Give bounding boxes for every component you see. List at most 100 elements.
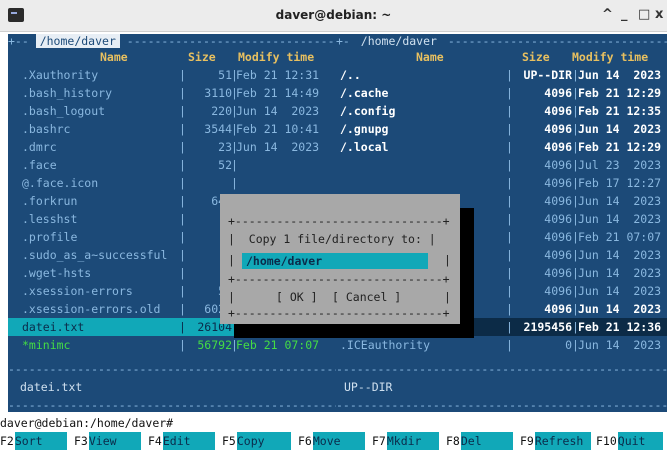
fkey-quit[interactable]: F10Quit xyxy=(596,432,663,450)
file-time: Jun 14 2023 xyxy=(578,68,662,82)
left-status: datei.txt xyxy=(20,380,83,394)
file-size: 2195456 xyxy=(523,320,572,334)
file-row[interactable]: *minimc 56792 Feb 21 07:07 | | xyxy=(8,336,336,354)
window-titlebar: daver@debian: ~ ^ _ □ x xyxy=(0,0,667,32)
fkey-view[interactable]: F3View xyxy=(74,432,141,450)
file-size: 4096 xyxy=(544,140,572,154)
file-size: 51 xyxy=(218,68,232,82)
column-separator: | xyxy=(179,176,186,190)
column-separator: | xyxy=(572,122,579,136)
column-separator: | xyxy=(506,302,513,316)
column-separator: | xyxy=(572,230,579,244)
file-row[interactable]: /.. UP--DIR Jun 14 2023 | | xyxy=(336,66,667,84)
file-time: Feb 21 14:49 xyxy=(236,86,320,100)
cancel-button[interactable]: [ Cancel ] xyxy=(332,290,401,304)
file-row[interactable]: .bash_history 3110 Feb 21 14:49 | | xyxy=(8,84,336,102)
right-col-size[interactable]: Size xyxy=(522,48,550,66)
file-size: 52 xyxy=(218,158,232,172)
file-row[interactable]: .bash_logout 220 Jun 14 2023 | | xyxy=(8,102,336,120)
left-col-name[interactable]: Name xyxy=(100,48,128,66)
fkey-edit[interactable]: F4Edit xyxy=(148,432,215,450)
column-separator: | xyxy=(506,230,513,244)
file-row[interactable]: .bashrc 3544 Feb 21 10:41 | | xyxy=(8,120,336,138)
file-row[interactable]: @.face.icon | | xyxy=(8,174,336,192)
file-row[interactable]: .face 52 | | xyxy=(8,156,336,174)
dialog-border-right2: | xyxy=(444,290,451,304)
file-row[interactable]: .dmrc 23 Jun 14 2023 | | xyxy=(8,138,336,156)
fkey-refresh[interactable]: F9Refresh xyxy=(520,432,591,450)
column-separator: | xyxy=(179,338,186,352)
column-separator: | xyxy=(572,104,579,118)
close-button[interactable]: x xyxy=(655,7,663,22)
column-separator: | xyxy=(572,284,579,298)
minimize-button[interactable]: _ xyxy=(621,7,628,22)
file-row[interactable]: /.gnupg 4096 Jun 14 2023 | | xyxy=(336,120,667,138)
terminal-area[interactable]: +-- /home/daver ------------------------… xyxy=(0,32,667,450)
column-separator: | xyxy=(179,68,186,82)
file-row[interactable]: /.cache 4096 Feb 21 12:29 | | xyxy=(336,84,667,102)
file-name: .Xauthority xyxy=(22,68,99,82)
fkey-copy[interactable]: F5Copy xyxy=(222,432,291,450)
right-panel-path[interactable]: /home/daver xyxy=(357,34,441,48)
file-row[interactable]: .Xauthority 51 Feb 21 12:31 | | xyxy=(8,66,336,84)
left-panel-path[interactable]: /home/daver xyxy=(35,34,120,48)
column-separator: | xyxy=(179,158,186,172)
file-size: 3110 xyxy=(204,86,232,100)
file-row[interactable]: .ICEauthority 0 Jun 14 2023 | | xyxy=(336,336,667,354)
left-panel-topline: +-- /home/daver ------------------------… xyxy=(8,34,336,48)
fkey-sort[interactable]: F2Sort xyxy=(0,432,67,450)
file-name: .wget-hsts xyxy=(22,266,92,280)
fkey-del[interactable]: F8Del xyxy=(446,432,513,450)
right-col-name[interactable]: Name xyxy=(416,48,444,66)
file-row[interactable]: /.local 4096 Feb 21 12:29 | | xyxy=(336,138,667,156)
file-size: UP--DIR xyxy=(523,68,572,82)
left-col-size[interactable]: Size xyxy=(188,48,216,66)
file-time: Jul 23 2023 xyxy=(578,158,662,172)
file-row[interactable]: 4096 Jul 23 2023 | | xyxy=(336,156,667,174)
file-row[interactable]: /.config 4096 Feb 21 12:35 | | xyxy=(336,102,667,120)
column-separator: | xyxy=(231,104,238,118)
left-divider: ----------------------------------------… xyxy=(8,362,336,376)
file-time: Feb 21 07:07 xyxy=(236,338,320,352)
right-col-modify[interactable]: Modify time xyxy=(572,48,648,66)
ok-button[interactable]: [ OK ] xyxy=(276,290,318,304)
column-separator: | xyxy=(572,194,579,208)
file-name: .sudo_as_a~successful xyxy=(22,248,168,262)
fkey-label: Edit xyxy=(162,432,215,450)
column-separator: | xyxy=(572,140,579,154)
file-time: Jun 14 2023 xyxy=(578,302,662,316)
target-path-input[interactable]: /home/daver xyxy=(242,253,428,269)
fkey-label: Quit xyxy=(617,432,663,450)
column-separator: | xyxy=(506,338,513,352)
file-time: Feb 21 12:29 xyxy=(578,140,662,154)
column-separator: | xyxy=(572,68,579,82)
left-col-modify[interactable]: Modify time xyxy=(238,48,314,66)
midnight-commander: +-- /home/daver ------------------------… xyxy=(8,34,667,412)
right-panel-topline: +- /home/daver -------------------------… xyxy=(336,34,667,48)
column-separator: | xyxy=(572,302,579,316)
maximize-button[interactable]: □ xyxy=(638,7,650,22)
maximize-up-icon[interactable]: ^ xyxy=(602,7,613,22)
file-size: 4096 xyxy=(544,248,572,262)
right-divider: ----------------------------------------… xyxy=(336,362,667,376)
column-separator: | xyxy=(506,320,513,334)
file-time: Jun 14 2023 xyxy=(578,266,662,280)
file-size: 4096 xyxy=(544,86,572,100)
dialog-border-left: | xyxy=(228,253,235,267)
fkey-move[interactable]: F6Move xyxy=(298,432,365,450)
column-separator: | xyxy=(179,104,186,118)
file-name: .forkrun xyxy=(22,194,78,208)
column-separator: | xyxy=(506,104,513,118)
fkey-mkdir[interactable]: F7Mkdir xyxy=(372,432,439,450)
fkey-label: Mkdir xyxy=(386,432,439,450)
column-separator: | xyxy=(179,248,186,262)
file-name: .dmrc xyxy=(22,140,57,154)
dialog-border-bottom: +------------------------------+ xyxy=(228,306,450,320)
command-line[interactable]: daver@debian:/home/daver# xyxy=(0,414,667,432)
file-size: 4096 xyxy=(544,122,572,136)
file-name: /.gnupg xyxy=(340,122,389,136)
file-time: Feb 21 07:07 xyxy=(578,230,662,244)
file-row[interactable]: 4096 Feb 17 12:27 | | xyxy=(336,174,667,192)
fkey-label: Sort xyxy=(14,432,67,450)
fkey-number: F8 xyxy=(446,434,461,448)
